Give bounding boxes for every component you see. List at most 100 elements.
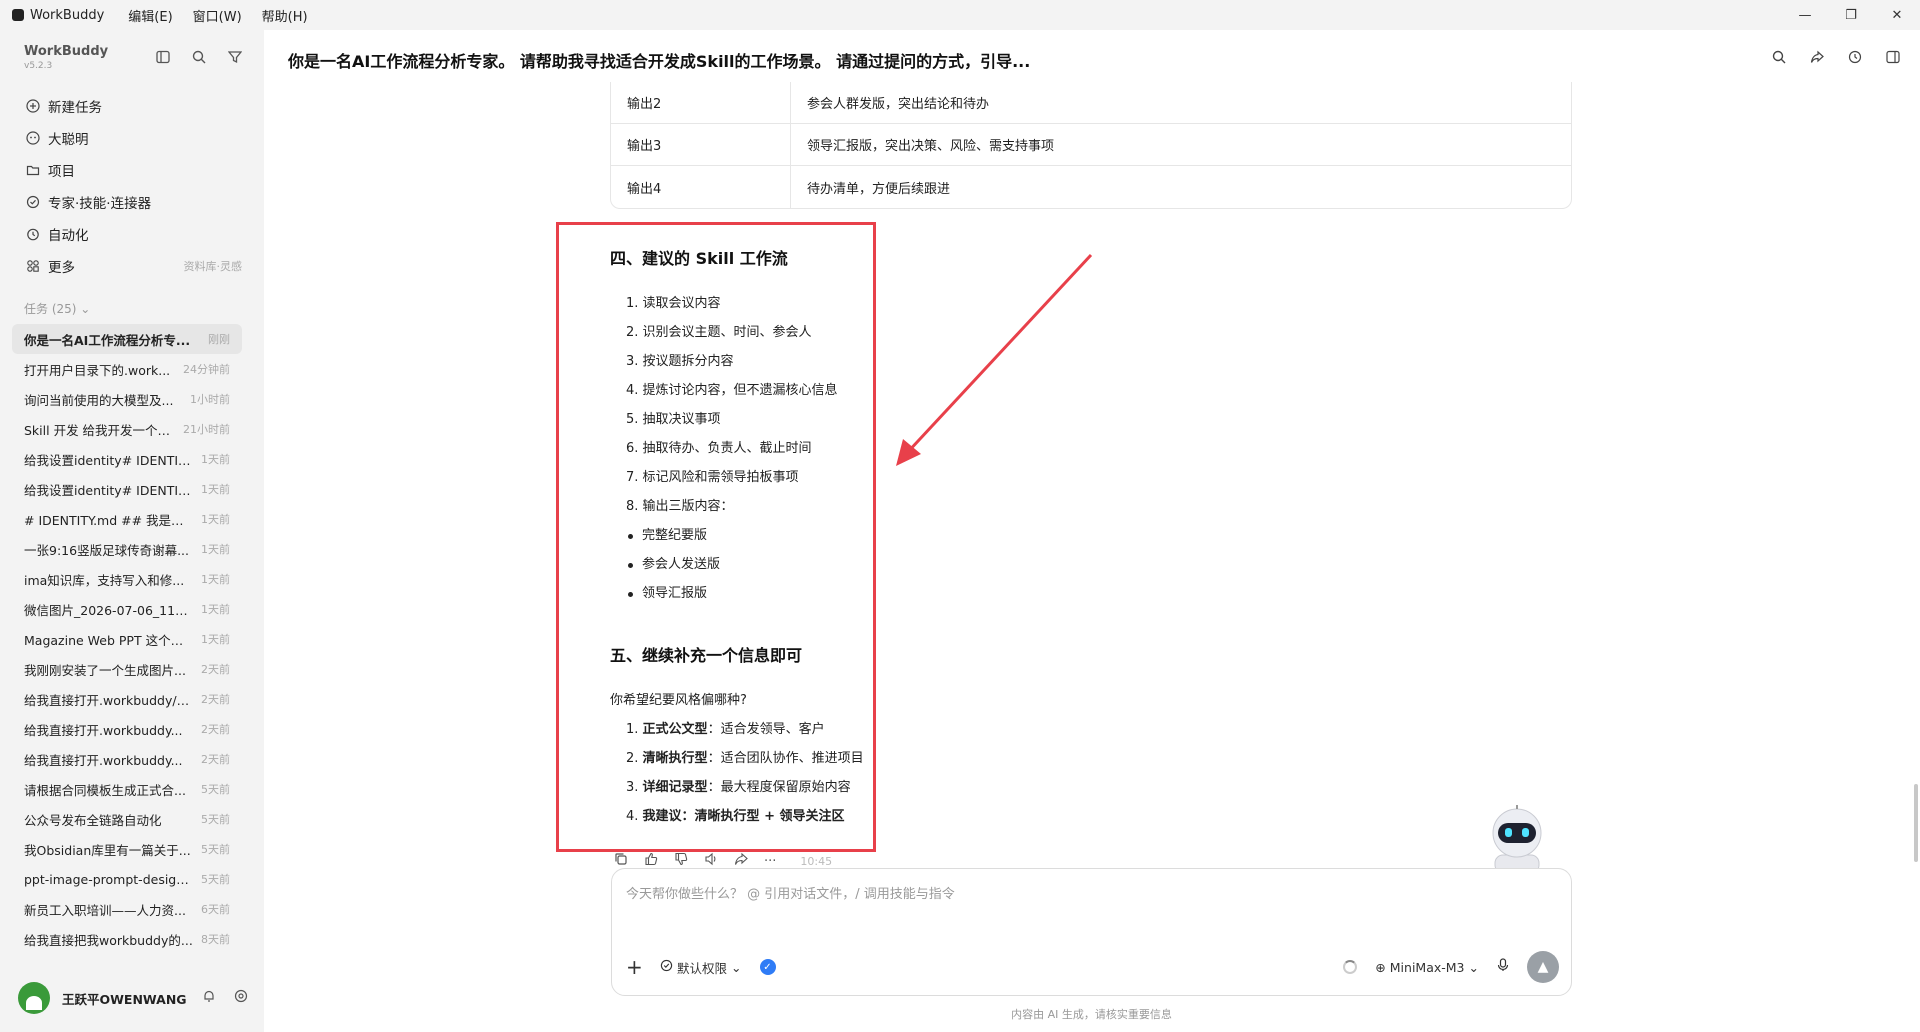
task-time: 5天前	[201, 783, 230, 796]
task-item[interactable]: 公众号发布全链路自动化 5天前	[12, 804, 242, 834]
ai-disclaimer: 内容由 AI 生成，请核实重要信息	[1011, 1008, 1172, 1021]
input-toolbar: + 默认权限 ⌄ ✓ ⊕ MiniMax-M3 ⌄ ▲	[626, 951, 1559, 983]
task-item[interactable]: 新员工入职培训——人力资... 6天前	[12, 894, 242, 924]
task-item[interactable]: 你是一名AI工作流程分析专... 刚刚	[12, 324, 242, 354]
task-item[interactable]: 给我直接打开.workbuddy/s... 2天前	[12, 684, 242, 714]
bell-icon[interactable]	[202, 989, 216, 1007]
menu-window[interactable]: 窗口(W)	[193, 6, 242, 25]
expert-icon	[24, 193, 42, 211]
task-title: 给我设置identity# IDENTIT...	[24, 452, 193, 468]
nav-label: 项目	[48, 164, 75, 180]
sidebar-brand: WorkBuddy v5.2.3	[24, 44, 108, 71]
task-time: 2天前	[201, 723, 230, 736]
app-version: v5.2.3	[24, 61, 53, 71]
task-title: 一张9:16竖版足球传奇谢幕...	[24, 542, 189, 558]
menu-edit[interactable]: 编辑(E)	[128, 6, 172, 25]
task-item[interactable]: # IDENTITY.md ## 我是谁 ... 1天前	[12, 504, 242, 534]
task-item[interactable]: 给我直接打开.workbuddy... 2天前	[12, 744, 242, 774]
task-time: 1天前	[201, 633, 230, 646]
task-list: 你是一名AI工作流程分析专... 刚刚 打开用户目录下的.work... 24分钟前询…	[12, 324, 242, 954]
nav-automation[interactable]: 自动化	[14, 218, 250, 250]
task-item[interactable]: 我Obsidian库里有一篇关于... 5天前	[12, 834, 242, 864]
minimize-button[interactable]: —	[1782, 0, 1828, 30]
task-time: 5天前	[201, 873, 230, 886]
web-search-icon[interactable]: ✓	[759, 959, 776, 975]
microphone-icon[interactable]	[1497, 958, 1509, 976]
task-item[interactable]: 给我设置identity# IDENTIT... 1天前	[12, 474, 242, 504]
tasks-header[interactable]: 任务 (25) ⌄	[24, 300, 90, 317]
grid-icon	[24, 257, 42, 275]
task-item[interactable]: ppt-image-prompt-design... 5天前	[12, 864, 242, 894]
maximize-button[interactable]: ❐	[1828, 0, 1874, 30]
task-item[interactable]: 请根据合同模板生成正式合... 5天前	[12, 774, 242, 804]
task-item[interactable]: Skill 开发 给我开发一个s... 21小时前	[12, 414, 242, 444]
task-item[interactable]: ima知识库，支持写入和修... 1天前	[12, 564, 242, 594]
main-panel: 你是一名AI工作流程分析专家。 请帮助我寻找适合开发成Skill的工作场景。 请…	[264, 30, 1920, 1032]
task-item[interactable]: Magazine Web PPT 这个技... 1天前	[12, 624, 242, 654]
task-item[interactable]: 给我直接把我workbuddy的... 8天前	[12, 924, 242, 954]
chevron-down-icon: ⌄	[1468, 959, 1479, 975]
sidebar-toggle-icon[interactable]	[154, 48, 172, 66]
app-name: WorkBuddy	[30, 7, 105, 23]
scrollbar[interactable]	[1914, 784, 1918, 862]
model-selector[interactable]: ⊕ MiniMax-M3 ⌄	[1375, 960, 1479, 975]
task-item[interactable]: 给我设置identity# IDENTIT... 1天前	[12, 444, 242, 474]
shield-check-icon	[660, 959, 673, 975]
task-time: 1天前	[201, 573, 230, 586]
robot-icon	[24, 129, 42, 147]
menu-help[interactable]: 帮助(H)	[262, 6, 308, 25]
task-title: 打开用户目录下的.work...	[24, 362, 171, 378]
permission-dropdown[interactable]: 默认权限 ⌄	[660, 958, 742, 977]
task-item[interactable]: 微信图片_2026-07-06_1143... 1天前	[12, 594, 242, 624]
plus-circle-icon	[24, 97, 42, 115]
nav-label: 新建任务	[48, 100, 102, 116]
search-icon[interactable]	[190, 48, 208, 66]
brand-name: WorkBuddy	[24, 44, 109, 59]
task-title: Skill 开发 给我开发一个s...	[24, 422, 175, 438]
task-item[interactable]: 询问当前使用的大模型及... 1小时前	[12, 384, 242, 414]
robot-mascot-icon[interactable]	[1482, 805, 1552, 879]
task-item[interactable]: 打开用户目录下的.work... 24分钟前	[12, 354, 242, 384]
tasks-header-label: 任务 (25)	[24, 302, 77, 316]
task-time: 1小时前	[190, 393, 230, 406]
task-item[interactable]: 我刚刚安装了一个生成图片... 2天前	[12, 654, 242, 684]
filter-icon[interactable]	[226, 48, 244, 66]
task-time: 1天前	[201, 453, 230, 466]
task-title: ppt-image-prompt-design...	[24, 871, 193, 887]
nav-label: 专家·技能·连接器	[48, 196, 152, 212]
loading-spinner-icon	[1343, 960, 1358, 974]
user-name: 王跃平OWENWANG	[62, 991, 187, 1007]
nav-label: 自动化	[48, 228, 89, 244]
model-icon: ⊕	[1375, 959, 1386, 975]
task-title: ima知识库，支持写入和修...	[24, 572, 185, 588]
send-button[interactable]: ▲	[1527, 951, 1559, 983]
chevron-down-icon: ⌄	[731, 959, 742, 975]
task-time: 5天前	[201, 843, 230, 856]
settings-icon[interactable]	[234, 989, 248, 1007]
chat-input-box: 今天帮你做些什么？ @ 引用对话文件，/ 调用技能与指令 + 默认权限 ⌄ ✓ …	[611, 868, 1572, 996]
model-label: MiniMax-M3	[1389, 959, 1465, 975]
task-title: 新员工入职培训——人力资...	[24, 902, 186, 918]
avatar[interactable]	[18, 982, 50, 1014]
task-title: # IDENTITY.md ## 我是谁 ...	[24, 512, 193, 528]
window-controls: — ❐ ✕	[1782, 0, 1920, 30]
close-button[interactable]: ✕	[1874, 0, 1920, 30]
nav-new-task[interactable]: 新建任务	[14, 90, 250, 122]
add-icon[interactable]: +	[626, 955, 648, 979]
task-time: 1天前	[201, 543, 230, 556]
nav-label: 更多	[48, 260, 75, 276]
task-title: 给我直接把我workbuddy的...	[24, 932, 193, 948]
task-time: 6天前	[201, 903, 230, 916]
user-profile: 王跃平OWENWANG	[18, 982, 248, 1014]
task-time: 1天前	[201, 483, 230, 496]
task-title: 给我直接打开.workbuddy/s...	[24, 692, 193, 708]
task-item[interactable]: 给我直接打开.workbuddy... 2天前	[12, 714, 242, 744]
nav-dacongming[interactable]: 大聪明	[14, 122, 250, 154]
nav-projects[interactable]: 项目	[14, 154, 250, 186]
task-title: 公众号发布全链路自动化	[24, 812, 162, 828]
chat-input[interactable]: 今天帮你做些什么？ @ 引用对话文件，/ 调用技能与指令	[626, 883, 955, 902]
task-item[interactable]: 一张9:16竖版足球传奇谢幕... 1天前	[12, 534, 242, 564]
nav-more[interactable]: 更多 资料库·灵感	[14, 250, 250, 282]
nav-experts[interactable]: 专家·技能·连接器	[14, 186, 250, 218]
app-logo-icon	[12, 9, 24, 21]
